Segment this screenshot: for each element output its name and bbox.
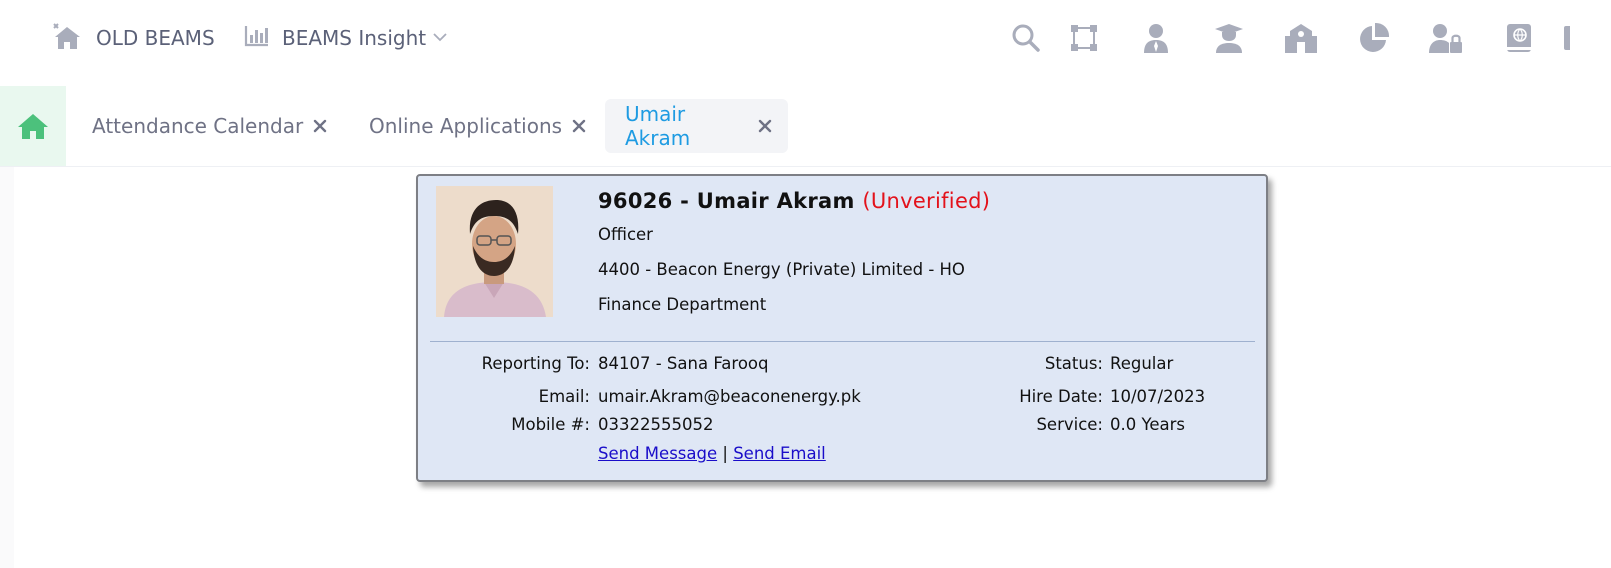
pie-chart-icon[interactable] [1356,20,1392,56]
send-email-link[interactable]: Send Email [733,444,826,463]
beams-insight-menu[interactable]: BEAMS Insight [244,22,448,54]
home-tab[interactable] [0,86,66,166]
bar-chart-icon [244,24,270,53]
tab-label: Umair Akram [625,102,691,150]
reporting-to-label: Reporting To: [481,354,590,373]
left-gutter [0,167,14,568]
mobile-label: Mobile #: [511,415,590,434]
mobile-value: 03322555052 [598,415,714,434]
employee-company: 4400 - Beacon Energy (Private) Limited -… [598,260,965,279]
hire-date-value: 10/07/2023 [1110,387,1206,406]
beams-insight-label: BEAMS Insight [282,26,427,50]
employee-photo [436,186,553,317]
top-header: OLD BEAMS BEAMS Insight [0,0,1611,87]
chevron-down-icon [432,29,448,47]
service-value: 0.0 Years [1110,415,1186,434]
tab-umair-akram[interactable]: Umair Akram [605,99,788,153]
service-label: Service: [1036,415,1103,434]
old-beams-link[interactable]: OLD BEAMS [50,22,215,54]
employee-department: Finance Department [598,295,767,314]
email-value: umair.Akram@beaconenergy.pk [598,387,861,406]
old-beams-house-icon [50,21,84,56]
status-value: Regular [1110,354,1174,373]
old-beams-label: OLD BEAMS [96,26,215,50]
employee-designation: Officer [598,225,653,244]
tab-label: Online Applications [369,114,563,138]
employee-icon[interactable] [1138,20,1174,56]
book-icon[interactable] [1501,20,1537,56]
user-lock-icon[interactable] [1428,20,1464,56]
tab-attendance-calendar[interactable]: Attendance Calendar [72,99,344,153]
diagram-icon[interactable] [1066,20,1102,56]
close-tab-icon[interactable] [312,118,328,134]
employee-title: 96026 - Umair Akram (Unverified) [598,189,990,213]
reporting-to-value: 84107 - Sana Farooq [598,354,769,373]
employee-code-name: 96026 - Umair Akram [598,189,855,213]
building-icon[interactable] [1283,20,1319,56]
graduate-icon[interactable] [1211,20,1247,56]
verification-status: (Unverified) [862,189,991,213]
close-tab-icon[interactable] [757,118,772,134]
tab-label: Attendance Calendar [92,114,304,138]
search-icon[interactable] [1008,20,1044,56]
tab-strip: Attendance Calendar Online Applications … [0,86,1611,167]
close-tab-icon[interactable] [571,118,587,134]
tab-online-applications[interactable]: Online Applications [349,99,603,153]
link-separator: | [722,444,728,463]
hire-date-label: Hire Date: [1019,387,1103,406]
contact-links: Send Message | Send Email [598,444,826,463]
card-divider [430,341,1255,342]
email-label: Email: [538,387,590,406]
more-tools-icon[interactable] [1558,20,1570,56]
status-label: Status: [1044,354,1103,373]
employee-profile-card: 96026 - Umair Akram (Unverified) Officer… [416,174,1268,482]
home-icon [18,114,48,139]
send-message-link[interactable]: Send Message [598,444,717,463]
